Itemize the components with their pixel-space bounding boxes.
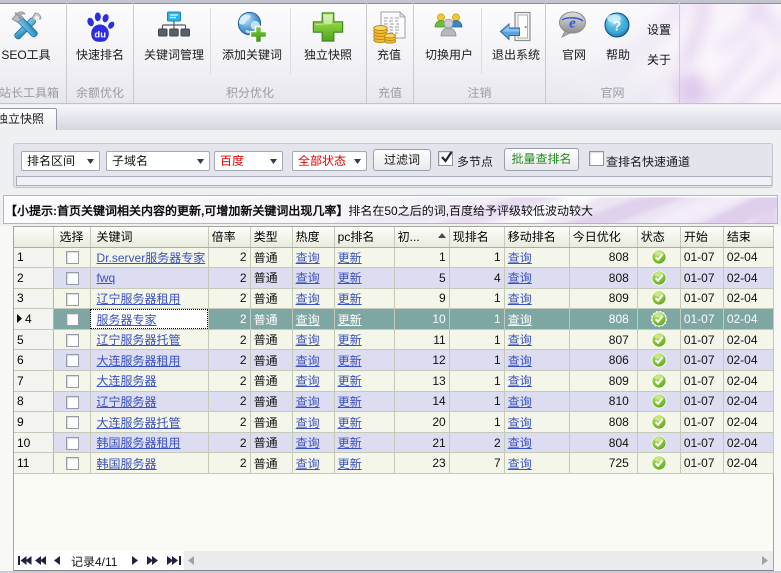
svg-text:du: du (94, 30, 106, 41)
svg-text:?: ? (613, 18, 622, 34)
